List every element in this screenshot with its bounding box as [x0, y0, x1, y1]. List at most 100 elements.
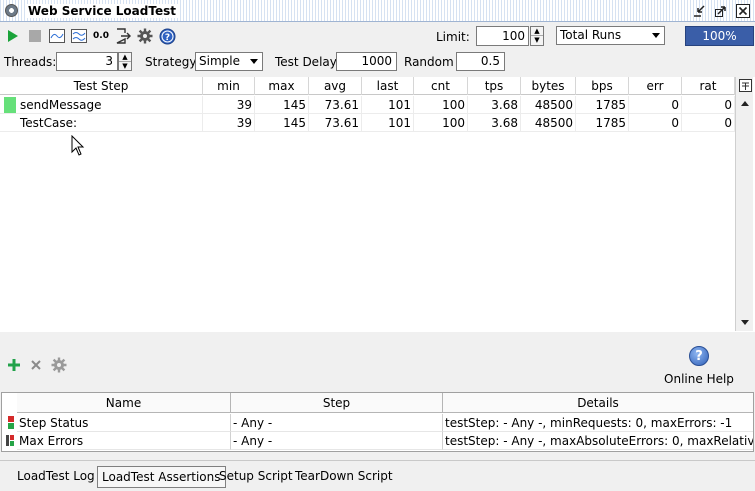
- scroll-down-icon[interactable]: [737, 315, 753, 331]
- spin-up-icon[interactable]: ▲: [119, 53, 131, 62]
- options-icon[interactable]: [136, 27, 154, 45]
- cell-err: 0: [629, 96, 682, 114]
- stop-icon[interactable]: [26, 27, 44, 45]
- window-title: Web Service LoadTest: [26, 3, 178, 18]
- col-details[interactable]: Details: [443, 393, 753, 413]
- spin-down-icon[interactable]: ▼: [531, 36, 543, 45]
- vertical-scrollbar[interactable]: [735, 77, 753, 331]
- svg-text:?: ?: [164, 33, 169, 43]
- column-chooser-icon[interactable]: [737, 77, 753, 93]
- col-cnt[interactable]: cnt: [414, 77, 468, 95]
- col-err[interactable]: err: [629, 77, 682, 95]
- assertion-details: testStep: - Any -, maxAbsoluteErrors: 0,…: [443, 432, 753, 450]
- online-help-label[interactable]: Online Help: [664, 372, 734, 386]
- limit-type-select[interactable]: Total Runs: [556, 26, 665, 45]
- cell-tps: 3.68: [468, 114, 521, 132]
- spin-down-icon[interactable]: ▼: [119, 62, 131, 71]
- tab-setup-script[interactable]: Setup Script: [215, 466, 297, 488]
- threads-spinner[interactable]: ▲ ▼: [118, 52, 132, 71]
- cell-bytes: 48500: [521, 96, 576, 114]
- strategy-label: Strategy: [145, 55, 197, 69]
- assertion-step: - Any -: [231, 432, 443, 450]
- progress-bar: 100%: [685, 26, 754, 46]
- col-test-step[interactable]: Test Step: [0, 77, 203, 95]
- statistics-graph-icon[interactable]: [48, 27, 66, 45]
- tab-teardown-script[interactable]: TearDown Script: [291, 466, 397, 488]
- scroll-up-icon[interactable]: [737, 95, 753, 111]
- chevron-down-icon: [652, 33, 660, 38]
- col-bps[interactable]: bps: [576, 77, 629, 95]
- add-icon[interactable]: [7, 358, 21, 375]
- assertion-name: Step Status: [17, 414, 231, 432]
- tab-loadtest-assertions[interactable]: LoadTest Assertions: [97, 466, 226, 488]
- test-delay-input[interactable]: 1000: [336, 52, 397, 71]
- col-last[interactable]: last: [362, 77, 414, 95]
- play-icon[interactable]: [4, 27, 22, 45]
- step-status-icon: [8, 416, 15, 433]
- col-rat[interactable]: rat: [682, 77, 735, 95]
- cell-bps: 1785: [576, 96, 629, 114]
- col-avg[interactable]: avg: [309, 77, 362, 95]
- statistics-header: Test Step min max avg last cnt tps bytes…: [0, 77, 735, 95]
- cell-bps: 1785: [576, 114, 629, 132]
- max-errors-icon: [6, 435, 15, 450]
- random-input[interactable]: 0.5: [456, 52, 505, 71]
- chevron-down-icon: [250, 59, 258, 64]
- assertion-toolbar: [0, 350, 755, 390]
- cell-rat: 0: [682, 96, 735, 114]
- limit-input[interactable]: 100: [476, 26, 529, 46]
- help-icon[interactable]: ?: [689, 346, 709, 366]
- minimize-icon[interactable]: [691, 3, 707, 19]
- table-row[interactable]: Step Status - Any - testStep: - Any -, m…: [2, 414, 753, 432]
- step-name: sendMessage: [0, 96, 203, 114]
- table-row[interactable]: TestCase: 39 145 73.61 101 100 3.68 4850…: [0, 114, 735, 132]
- strategy-select[interactable]: Simple: [195, 52, 263, 71]
- statistics-table[interactable]: Test Step min max avg last cnt tps bytes…: [0, 77, 755, 332]
- toolbar: 0.0 ? Limit: 100 ▲ ▼ Total Runs 100%: [0, 24, 755, 49]
- cell-avg: 73.61: [309, 96, 362, 114]
- col-step[interactable]: Step: [231, 393, 443, 413]
- app-icon: [5, 4, 18, 17]
- cell-max: 145: [255, 114, 309, 132]
- window-title-bar: Web Service LoadTest: [0, 0, 755, 22]
- limit-spinner[interactable]: ▲ ▼: [530, 26, 544, 46]
- remove-icon[interactable]: [30, 359, 42, 374]
- close-icon[interactable]: [735, 3, 751, 19]
- threads-input[interactable]: 3: [56, 52, 118, 71]
- strategy-value: Simple: [199, 54, 240, 68]
- table-row[interactable]: Max Errors - Any - testStep: - Any -, ma…: [2, 432, 753, 450]
- help-icon[interactable]: ?: [158, 27, 176, 45]
- assertion-details: testStep: - Any -, minRequests: 0, maxEr…: [443, 414, 753, 432]
- col-bytes[interactable]: bytes: [521, 77, 576, 95]
- step-name: TestCase:: [0, 114, 203, 132]
- cell-last: 101: [362, 96, 414, 114]
- assertion-name: Max Errors: [17, 432, 231, 450]
- tab-loadtest-log[interactable]: LoadTest Log: [13, 466, 99, 488]
- table-row[interactable]: sendMessage 39 145 73.61 101 100 3.68 48…: [0, 96, 735, 114]
- threads-label: Threads:: [4, 55, 57, 69]
- test-delay-label: Test Delay: [275, 55, 337, 69]
- assertion-step: - Any -: [231, 414, 443, 432]
- cell-avg: 73.61: [309, 114, 362, 132]
- col-max[interactable]: max: [255, 77, 309, 95]
- cell-min: 39: [203, 114, 255, 132]
- cell-rat: 0: [682, 114, 735, 132]
- spin-up-icon[interactable]: ▲: [531, 27, 543, 36]
- cell-bytes: 48500: [521, 114, 576, 132]
- col-min[interactable]: min: [203, 77, 255, 95]
- bottom-tabs: LoadTest Log LoadTest Assertions Setup S…: [0, 460, 755, 491]
- export-icon[interactable]: [114, 27, 132, 45]
- assertions-table[interactable]: Name Step Details Step Status - Any - te…: [1, 392, 754, 452]
- maximize-icon[interactable]: [713, 3, 729, 19]
- cell-tps: 3.68: [468, 96, 521, 114]
- col-name[interactable]: Name: [17, 393, 231, 413]
- cell-last: 101: [362, 114, 414, 132]
- limit-type-value: Total Runs: [560, 28, 622, 42]
- online-help[interactable]: ? Online Help: [664, 346, 734, 386]
- statistics-history-icon[interactable]: [70, 27, 88, 45]
- reset-icon[interactable]: 0.0: [92, 27, 110, 45]
- limit-label: Limit:: [436, 30, 470, 44]
- random-label: Random: [404, 55, 454, 69]
- configure-icon[interactable]: [51, 357, 67, 376]
- col-tps[interactable]: tps: [468, 77, 521, 95]
